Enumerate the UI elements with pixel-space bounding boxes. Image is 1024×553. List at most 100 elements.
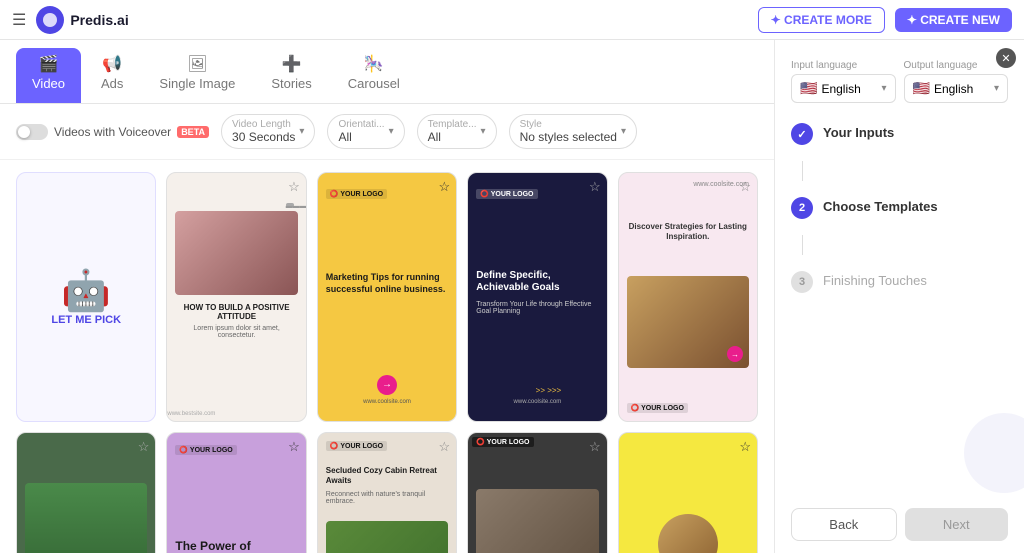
next-button[interactable]: Next [905, 508, 1009, 541]
step-connector-2 [802, 235, 803, 255]
tab-ads-label: Ads [101, 76, 123, 91]
voiceover-toggle[interactable]: Videos with Voiceover BETA [16, 124, 209, 140]
step-1-label: Your Inputs [823, 123, 894, 140]
woman-image [175, 211, 297, 295]
tab-carousel-label: Carousel [348, 76, 400, 91]
language-selectors: Input language 🇺🇸 English ▾ Output langu… [791, 60, 1008, 103]
card-content: ▶ [17, 433, 155, 553]
template-grid: 🤖 LET ME PICK ☆ ▬▬▬ HOW TO BUILD A POSIT… [16, 172, 758, 553]
navbar: ☰ Predis.ai ✦ CREATE MORE ✦ CREATE NEW [0, 0, 1024, 40]
step-1-circle: ✓ [791, 123, 813, 145]
action-buttons: Back Next [791, 508, 1008, 541]
video-length-filter[interactable]: Video Length 30 Seconds ▾ [221, 114, 315, 149]
video-icon: 🎬 [39, 54, 59, 74]
input-dropdown-arrow: ▾ [881, 83, 886, 94]
template-cabin[interactable]: ☆ ⭕ YOUR LOGO Secluded Cozy Cabin Retrea… [317, 432, 457, 553]
room-image: → [627, 276, 749, 369]
toggle-switch[interactable] [16, 124, 48, 140]
main-layout: 🎬 Video 📢 Ads 🖼 Single Image ➕ Stories 🎠… [0, 40, 1024, 553]
template-grid-scroll[interactable]: 🤖 LET ME PICK ☆ ▬▬▬ HOW TO BUILD A POSIT… [0, 160, 774, 553]
output-language-value: English [934, 82, 990, 96]
logo-text: Predis.ai [70, 12, 128, 28]
logo-badge: ⭕ YOUR LOGO [326, 441, 387, 451]
video-length-label: Video Length [232, 119, 295, 130]
card-content: ⭕ YOUR LOGO Define Specific, Achievable … [468, 173, 606, 421]
tab-stories-label: Stories [271, 76, 311, 91]
close-button[interactable]: ✕ [996, 48, 1016, 68]
bookmark-icon[interactable]: ☆ [439, 179, 451, 195]
template-pink-blog[interactable]: ☆ www.coolsite.com Discover Strategies f… [618, 172, 758, 422]
output-language-dropdown[interactable]: 🇺🇸 English ▾ [904, 74, 1009, 103]
bookmark-icon[interactable]: ☆ [138, 439, 150, 455]
card-content: ⭕ YOUR LOGO Marketing Tips for running s… [318, 173, 456, 421]
bookmark-icon[interactable]: ☆ [589, 179, 601, 195]
tab-video[interactable]: 🎬 Video [16, 48, 81, 103]
template-value: All [428, 130, 477, 144]
template-let-me-pick[interactable]: 🤖 LET ME PICK [16, 172, 156, 422]
template-positive-attitude[interactable]: ☆ ▬▬▬ HOW TO BUILD A POSITIVE ATTITUDE L… [166, 172, 306, 422]
card-subtitle: Lorem ipsum dolor sit amet, consectetur. [175, 325, 297, 339]
video-length-arrow: ▾ [299, 126, 304, 137]
voiceover-label: Videos with Voiceover [54, 125, 171, 139]
single-image-icon: 🖼 [187, 54, 207, 74]
people-image [476, 489, 598, 553]
card-footer: → www.coolsite.com [363, 369, 411, 405]
tab-bar: 🎬 Video 📢 Ads 🖼 Single Image ➕ Stories 🎠… [0, 40, 774, 104]
template-positive-thinking[interactable]: ☆ ⭕ YOUR LOGO The Power of Positive Thin… [166, 432, 306, 553]
card-footer: >> >>> www.coolsite.com [514, 386, 562, 405]
template-people-dark[interactable]: ☆ ▶ ⭕ YOUR LOGO [467, 432, 607, 553]
orientation-label: Orientati... [338, 119, 384, 130]
create-more-button[interactable]: ✦ CREATE MORE [758, 7, 885, 33]
step-your-inputs: ✓ Your Inputs [791, 123, 1008, 145]
input-language-dropdown[interactable]: 🇺🇸 English ▾ [791, 74, 896, 103]
template-arrow: ▾ [481, 126, 486, 137]
robot-icon: 🤖 [61, 267, 111, 314]
card-url: www.bestsite.com [167, 411, 215, 417]
template-marketing-tips[interactable]: ☆ ⭕ YOUR LOGO Marketing Tips for running… [317, 172, 457, 422]
input-language-label: Input language [791, 60, 896, 71]
cabin-image [326, 521, 448, 553]
tab-single-image[interactable]: 🖼 Single Image [143, 48, 251, 103]
let-me-pick-content: 🤖 LET ME PICK [17, 173, 155, 421]
card-title: The Power of Positive Thinking. [175, 539, 297, 553]
tab-stories[interactable]: ➕ Stories [255, 48, 327, 103]
create-new-button[interactable]: ✦ CREATE NEW [895, 8, 1012, 32]
output-language-label: Output language [904, 60, 1009, 71]
output-language-select: Output language 🇺🇸 English ▾ [904, 60, 1009, 103]
filters-row: Videos with Voiceover BETA Video Length … [0, 104, 774, 160]
bookmark-icon[interactable]: ☆ [739, 439, 751, 455]
bookmark-icon[interactable]: ☆ [589, 439, 601, 455]
let-me-pick-label: LET ME PICK [51, 314, 121, 326]
hamburger-icon[interactable]: ☰ [12, 10, 26, 30]
template-filter[interactable]: Template... All ▾ [417, 114, 497, 149]
style-filter[interactable]: Style No styles selected ▾ [509, 114, 637, 149]
arrow-chevrons: >> >>> [536, 386, 562, 395]
logo: Predis.ai [36, 6, 128, 34]
content-area: 🎬 Video 📢 Ads 🖼 Single Image ➕ Stories 🎠… [0, 40, 774, 553]
template-nature[interactable]: ☆ ▶ [16, 432, 156, 553]
bookmark-icon[interactable]: ☆ [288, 439, 300, 455]
bookmark-icon[interactable]: ☆ [439, 439, 451, 455]
bookmark-icon[interactable]: ☆ [739, 179, 751, 195]
card-title: HOW TO BUILD A POSITIVE ATTITUDE [175, 303, 297, 322]
card-url: www.coolsite.com [363, 399, 411, 405]
style-label: Style [520, 119, 617, 130]
back-button[interactable]: Back [791, 508, 897, 541]
tab-ads[interactable]: 📢 Ads [85, 48, 139, 103]
orientation-value: All [338, 130, 384, 144]
card-content: ⭕ YOUR LOGO Secluded Cozy Cabin Retreat … [318, 433, 456, 553]
step-connector-1 [802, 161, 803, 181]
card-subtitle: Transform Your Life through Effective Go… [476, 301, 598, 315]
toggle-knob [18, 126, 30, 138]
beta-badge: BETA [177, 126, 209, 138]
steps-section: ✓ Your Inputs 2 Choose Templates 3 Finis… [791, 123, 1008, 293]
orientation-filter[interactable]: Orientati... All ▾ [327, 114, 404, 149]
template-define-goals[interactable]: ☆ ⭕ YOUR LOGO Define Specific, Achievabl… [467, 172, 607, 422]
card-title: Define Specific, Achievable Goals [476, 270, 598, 294]
template-yellow-circle[interactable]: ☆ ▶ [618, 432, 758, 553]
arrow-button: → [727, 346, 743, 362]
step-2-circle: 2 [791, 197, 813, 219]
bookmark-icon[interactable]: ☆ [288, 179, 300, 195]
tab-carousel[interactable]: 🎠 Carousel [332, 48, 416, 103]
card-title: Discover Strategies for Lasting Inspirat… [627, 222, 749, 241]
